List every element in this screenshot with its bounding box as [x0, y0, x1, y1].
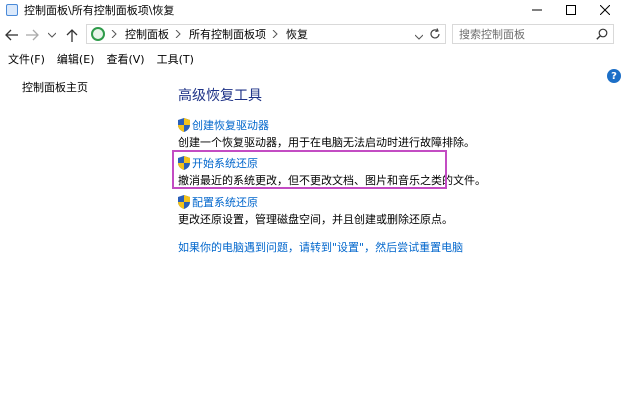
window-title: 控制面板\所有控制面板项\恢复	[24, 4, 175, 17]
menu-file[interactable]: 文件(F)	[8, 51, 45, 67]
menu-edit[interactable]: 编辑(E)	[57, 51, 95, 67]
refresh-icon[interactable]	[429, 28, 441, 43]
reset-pc-settings-link[interactable]: 如果你的电脑遇到问题，请转到"设置"，然后尝试重置电脑	[178, 239, 463, 255]
address-box[interactable]: 控制面板 所有控制面板项 恢复	[86, 24, 446, 44]
uac-shield-icon	[178, 195, 190, 209]
search-icon[interactable]	[596, 28, 608, 43]
chevron-down-icon	[48, 32, 56, 38]
control-panel-location-icon	[91, 27, 105, 41]
title-bar: 控制面板\所有控制面板项\恢复	[0, 0, 622, 20]
forward-arrow-icon	[26, 29, 39, 41]
address-dropdown-icon[interactable]	[414, 29, 424, 43]
chevron-right-icon[interactable]	[272, 29, 280, 39]
chevron-right-icon[interactable]	[111, 29, 119, 39]
control-panel-home-link[interactable]: 控制面板主页	[22, 79, 88, 95]
up-arrow-icon	[66, 29, 78, 42]
menu-tools[interactable]: 工具(T)	[157, 51, 194, 67]
window-controls	[520, 0, 622, 20]
close-button[interactable]	[588, 0, 622, 20]
create-recovery-drive-link[interactable]: 创建恢复驱动器	[192, 117, 269, 133]
chevron-right-icon[interactable]	[175, 29, 183, 39]
menu-view[interactable]: 查看(V)	[106, 51, 144, 67]
control-panel-icon	[6, 4, 18, 16]
tool-create-recovery-drive: 创建恢复驱动器 创建一个恢复驱动器，用于在电脑无法启动时进行故障排除。	[178, 117, 475, 150]
back-arrow-icon	[5, 29, 18, 41]
recent-dropdown-button[interactable]	[44, 25, 60, 45]
configure-system-restore-link[interactable]: 配置系统还原	[192, 194, 258, 210]
minimize-icon	[532, 9, 542, 11]
tool-description: 创建一个恢复驱动器，用于在电脑无法启动时进行故障排除。	[178, 136, 475, 149]
minimize-button[interactable]	[520, 0, 554, 20]
back-button[interactable]	[4, 25, 20, 45]
search-box[interactable]	[452, 24, 614, 44]
maximize-button[interactable]	[554, 0, 588, 20]
breadcrumb-control-panel[interactable]: 控制面板	[125, 26, 169, 42]
up-button[interactable]	[64, 25, 80, 45]
maximize-icon	[566, 5, 576, 15]
tool-configure-system-restore: 配置系统还原 更改还原设置，管理磁盘空间，并且创建或删除还原点。	[178, 194, 453, 227]
close-icon	[600, 5, 610, 15]
highlight-box	[172, 150, 447, 189]
breadcrumb-recovery[interactable]: 恢复	[286, 26, 308, 42]
help-icon[interactable]: ?	[607, 69, 621, 83]
breadcrumb-all-items[interactable]: 所有控制面板项	[189, 26, 266, 42]
search-input[interactable]	[459, 27, 599, 41]
forward-button[interactable]	[24, 25, 40, 45]
menu-bar: 文件(F) 编辑(E) 查看(V) 工具(T)	[0, 50, 622, 68]
tool-description: 更改还原设置，管理磁盘空间，并且创建或删除还原点。	[178, 213, 453, 226]
address-bar: 控制面板 所有控制面板项 恢复	[0, 22, 622, 48]
page-title: 高级恢复工具	[178, 88, 262, 104]
uac-shield-icon	[178, 118, 190, 132]
